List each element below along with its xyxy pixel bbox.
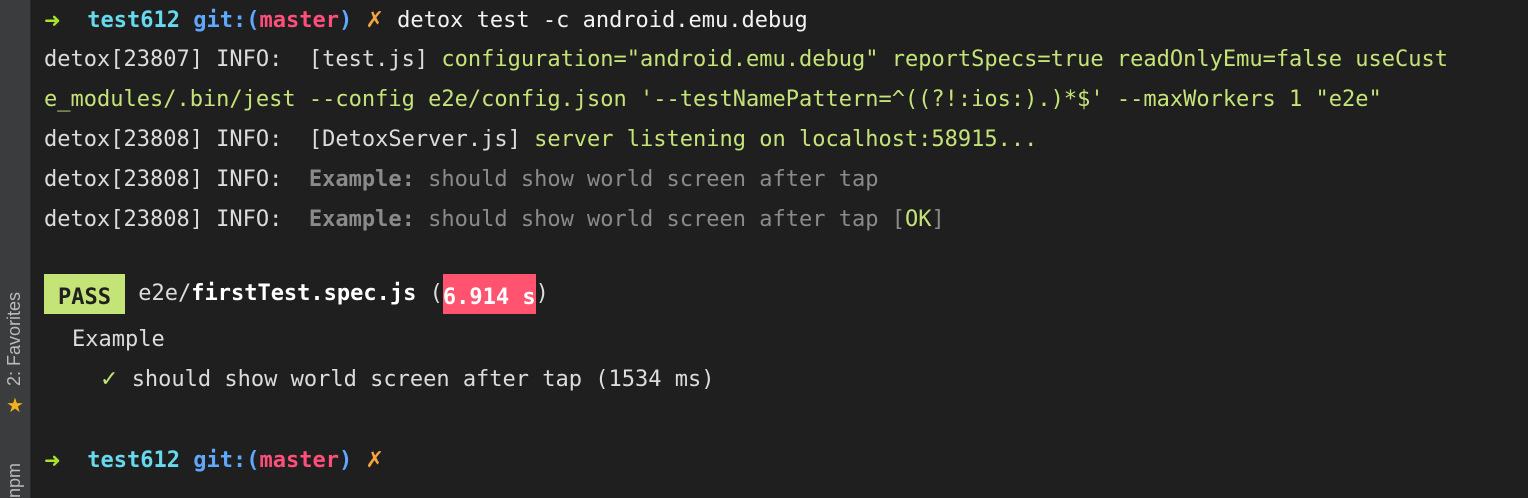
pass-badge: PASS	[44, 274, 125, 314]
result-line: PASS e2e/firstTest.spec.js (6.914 s)	[44, 274, 549, 314]
side-tool-strip: 2: Favorites ★ npm	[0, 0, 31, 498]
log-prefix: detox[23807] INFO:	[44, 47, 309, 72]
ok-bracket-close: ]	[931, 207, 945, 232]
prompt-line-1: ➜ test612 git:(master) ✗ detox test -c a…	[44, 0, 808, 40]
duration-badge: 6.914 s	[442, 274, 536, 314]
npm-tab-label: npm	[4, 462, 24, 498]
log-line-jest: e_modules/.bin/jest --config e2e/config.…	[44, 87, 1382, 112]
log-tag: [DetoxServer.js]	[308, 127, 521, 152]
terminal-output[interactable]: ➜ test612 git:(master) ✗ detox test -c a…	[44, 0, 1528, 498]
prompt-branch: master	[259, 448, 339, 473]
log-line-server: detox[23808] INFO: [DetoxServer.js] serv…	[44, 120, 1037, 160]
suite-name: Example	[72, 327, 165, 352]
prompt-git-suffix: )	[338, 448, 353, 473]
prompt-git-prefix: git:(	[193, 8, 260, 33]
prompt-arrow-icon: ➜	[44, 8, 61, 32]
log-message: should show world screen after tap	[414, 167, 879, 192]
favorites-tab-label: 2: Favorites	[4, 291, 24, 386]
log-message: should show world screen after tap	[414, 207, 892, 232]
log-prefix: detox[23808] INFO:	[44, 127, 309, 152]
log-line-config: detox[23807] INFO: [test.js] configurati…	[44, 40, 1448, 80]
prompt-arrow-icon: ➜	[44, 448, 61, 472]
log-message: server listening on localhost:58915...	[520, 127, 1038, 152]
ok-bracket-open: [	[891, 207, 905, 232]
prompt-dir: test612	[87, 448, 180, 473]
prompt-branch: master	[259, 8, 339, 33]
dirty-mark-icon: ✗	[365, 8, 384, 33]
log-line-test-start: detox[23808] INFO: Example: should show …	[44, 160, 878, 200]
log-message: configuration="android.emu.debug" report…	[428, 47, 1448, 72]
log-line-test-ok: detox[23808] INFO: Example: should show …	[44, 200, 945, 240]
prompt-line-2: ➜ test612 git:(master) ✗	[44, 440, 384, 480]
prompt-git-prefix: git:(	[193, 448, 260, 473]
log-prefix: detox[23808] INFO:	[44, 207, 309, 232]
prompt-dir: test612	[87, 8, 180, 33]
result-path-dir: e2e/	[138, 281, 192, 306]
log-suite: Example:	[308, 167, 415, 192]
ok-status: OK	[904, 207, 932, 232]
star-icon: ★	[6, 393, 24, 417]
result-path-file: firstTest.spec.js	[191, 281, 417, 306]
dirty-mark-icon: ✗	[365, 448, 384, 473]
log-tag: [test.js]	[308, 47, 429, 72]
command-text: detox test -c android.emu.debug	[397, 8, 808, 33]
result-time-open: (	[429, 281, 443, 306]
check-icon: ✓	[100, 367, 119, 392]
log-suite: Example:	[308, 207, 415, 232]
test-result-line: ✓ should show world screen after tap (15…	[100, 360, 714, 400]
test-name: should show world screen after tap (1534…	[131, 367, 715, 392]
log-prefix: detox[23808] INFO:	[44, 167, 309, 192]
result-time-close: )	[535, 281, 549, 306]
prompt-git-suffix: )	[338, 8, 353, 33]
